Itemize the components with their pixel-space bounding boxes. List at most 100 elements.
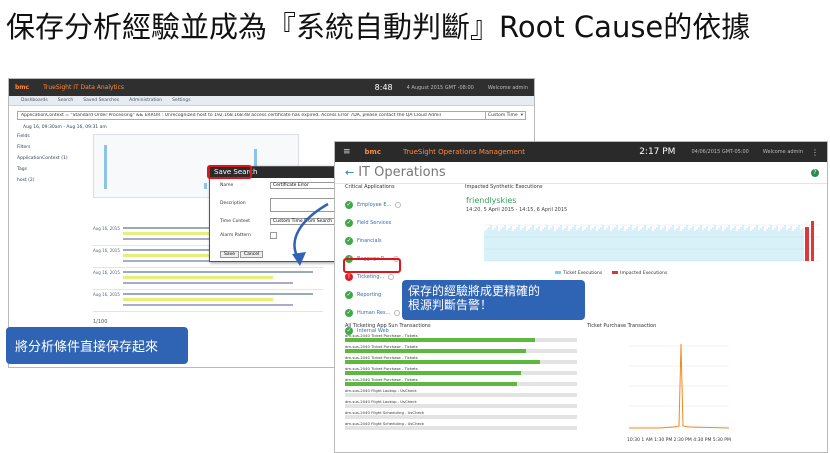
transaction-fill [345, 360, 540, 364]
save-button[interactable]: Save [220, 251, 240, 258]
list-item[interactable]: Aug 16, 2015 [93, 290, 323, 312]
page-header: ← IT Operations ? [335, 162, 827, 184]
name-field[interactable]: Certificate Error [270, 182, 340, 189]
app-name: Ticketing... [357, 274, 385, 280]
tsom-topbar: ≡ bmc TrueSight Operations Management 2:… [335, 142, 827, 162]
ok-check-icon: ✓ [345, 291, 353, 299]
ticket-purchase-chart [629, 343, 730, 429]
ok-check-icon: ✓ [345, 309, 353, 317]
apps-heading: Critical Applications [345, 184, 395, 190]
app-name: Human Res... [357, 310, 391, 316]
ok-check-icon: ✓ [345, 237, 353, 245]
menu-icon[interactable]: ≡ [343, 147, 351, 157]
itda-topbar: bmc TrueSight IT Data Analytics 8:48 4 A… [9, 79, 534, 96]
user-menu[interactable]: Welcome admin [763, 149, 803, 155]
clock: 2:17 PM [639, 147, 676, 157]
impacted-bar [811, 221, 814, 261]
impacted-app-link[interactable]: friendlyskies [466, 196, 516, 205]
cancel-button[interactable]: Cancel [240, 251, 264, 258]
time-context-label: Time Context [220, 219, 251, 224]
field-sidebar: Fields Filters ApplicationContext (1) Ta… [17, 134, 77, 334]
sidebar-item[interactable]: host (2) [17, 178, 77, 183]
transaction-fill [345, 338, 535, 342]
list-item[interactable]: dm-sus-2040 Ticket Purchase - Tickets [345, 355, 585, 366]
itda-tabs: Dashboards Search Saved Searches Adminis… [9, 96, 534, 106]
app-name: Field Services [357, 220, 392, 226]
app-name: Financials [357, 238, 382, 244]
date-label: 04/06/2015 GMT-05:00 [691, 149, 749, 155]
transaction-track [345, 404, 577, 408]
transactions-list: dm-sus-2040 Ticket Purchase - Tickets dm-… [345, 333, 585, 432]
list-item[interactable]: dm-sus-2040 Flight Lookup - UsCheck [345, 388, 585, 399]
bmc-logo: bmc [15, 84, 30, 91]
clock: 8:48 [374, 83, 393, 92]
legend-item: Impacted Executions [612, 271, 667, 276]
ticket-purchase-heading: Ticket Purchase Transaction [587, 323, 657, 329]
sidebar-item[interactable]: Tags [17, 167, 77, 172]
transaction-track [345, 426, 577, 430]
time-axis: 10:30 1 AM 1:30 PM 2:30 PM 4:30 PM 5:30 … [627, 438, 731, 443]
description-label: Description [220, 201, 246, 206]
info-icon [395, 202, 402, 208]
tab-search[interactable]: Search [58, 98, 73, 103]
list-item[interactable]: dm-sus-2040 Ticket Purchase - Tickets [345, 333, 585, 344]
transaction-fill [345, 382, 517, 386]
time-range: Aug 16, 09:30am - Aug 16, 09:31 am [23, 125, 107, 130]
app-item[interactable]: ✓ Financials [345, 233, 455, 249]
list-item[interactable]: dm-sus-2040 Ticket Purchase - Tickets [345, 344, 585, 355]
search-query: ApplicationContext = "Standard Order Pro… [21, 113, 441, 118]
list-item[interactable]: dm-sus-2040 Ticket Purchase - Tickets [345, 366, 585, 377]
bmc-logo: bmc [364, 148, 382, 156]
back-arrow-icon[interactable]: ← [345, 166, 354, 179]
alarm-label: Alarm Pattern [220, 233, 251, 238]
list-item[interactable]: dm-sus-2040 Flight Scheduling - UsCheck [345, 410, 585, 421]
search-input[interactable]: ApplicationContext = "Standard Order Pro… [17, 111, 526, 120]
tab-settings[interactable]: Settings [172, 98, 190, 103]
list-item[interactable]: Aug 16, 2015 [93, 268, 323, 290]
impacted-bar [805, 227, 809, 261]
legend-item: Ticket Executions [555, 271, 602, 276]
sidebar-item[interactable]: Fields [17, 134, 77, 139]
product-name: TrueSight Operations Management [403, 148, 525, 156]
transactions-heading: All Ticketing App Sun Transactions [345, 323, 431, 329]
critical-alert-icon: ! [345, 273, 353, 281]
product-name: TrueSight IT Data Analytics [43, 84, 125, 91]
ok-check-icon: ✓ [345, 219, 353, 227]
tab-saved-searches[interactable]: Saved Searches [83, 98, 119, 103]
user-menu[interactable]: Welcome admin [488, 85, 528, 91]
highlight-box [207, 165, 252, 179]
impacted-range: 14:20, 5 April 2015 - 14:15, 6 April 201… [466, 207, 568, 213]
list-item[interactable]: dm-sus-2040 Flight Scheduling - UsCheck [345, 421, 585, 432]
highlight-box [343, 258, 401, 273]
transaction-track [345, 393, 577, 397]
app-name: Employee E... [357, 202, 392, 208]
date-label: 4 August 2015 GMT -08:00 [406, 84, 474, 91]
histogram-bar [204, 183, 207, 189]
app-item[interactable]: ✓ Field Services [345, 215, 455, 231]
callout-right: 保存的經驗將成更精確的 根源判斷告警！ [402, 280, 585, 320]
slide-title: 保存分析經驗並成為『系統自動判斷』Root Cause的依據 [6, 10, 751, 44]
app-item[interactable]: ✓ Employee E... [345, 197, 455, 213]
pagination[interactable]: 1/100 [93, 319, 107, 325]
name-label: Name [220, 183, 234, 188]
sidebar-item[interactable]: ApplicationContext (1) [17, 156, 77, 161]
callout-line: 保存的經驗將成更精確的 [408, 284, 541, 298]
help-icon[interactable]: ? [811, 168, 819, 177]
histogram-bar [104, 145, 107, 189]
callout-left: 將分析條件直接保存起來 [6, 327, 188, 364]
tab-dashboards[interactable]: Dashboards [21, 98, 48, 103]
callout-line: 根源判斷告警！ [408, 298, 493, 312]
transaction-track [345, 415, 577, 419]
time-picker[interactable]: Custom Time ▾ [485, 112, 525, 119]
ok-check-icon: ✓ [345, 201, 353, 209]
impacted-heading: Impacted Synthetic Executions [465, 184, 543, 190]
sidebar-item[interactable]: Filters [17, 145, 77, 150]
list-item[interactable]: dm-sus-2040 Flight Lookup - UsCheck [345, 399, 585, 410]
chevron-down-icon: ▾ [520, 113, 523, 118]
tab-administration[interactable]: Administration [129, 98, 162, 103]
transaction-fill [345, 349, 526, 353]
time-picker-label: Custom Time [488, 113, 518, 118]
more-icon[interactable]: ⋮ [811, 148, 819, 157]
list-item[interactable]: dm-sus-2040 Ticket Purchase - Tickets [345, 377, 585, 388]
page-title: IT Operations [358, 165, 446, 180]
